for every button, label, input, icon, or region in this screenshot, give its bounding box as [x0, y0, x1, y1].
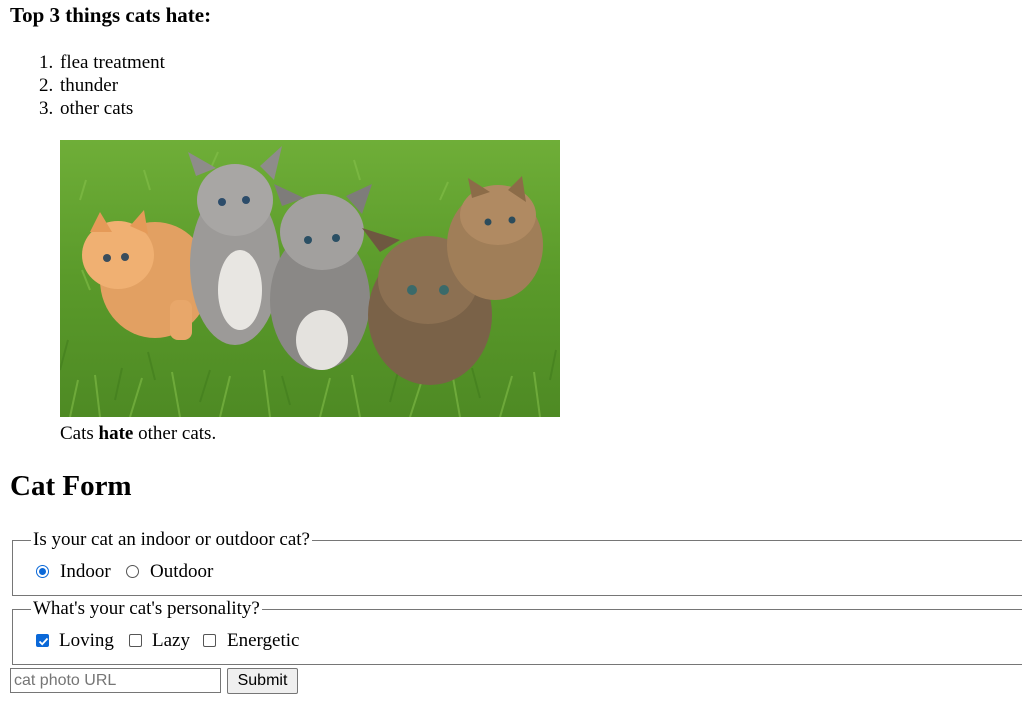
outdoor-label[interactable]: Outdoor: [150, 559, 213, 585]
list-item-text: thunder: [60, 75, 119, 96]
indoor-label[interactable]: Indoor: [60, 559, 111, 585]
list-item: 2. thunder: [39, 74, 165, 97]
list-item-number: 1.: [39, 52, 54, 73]
list-item-text: other cats: [60, 98, 134, 119]
location-legend: Is your cat an indoor or outdoor cat?: [31, 529, 312, 551]
indoor-radio[interactable]: [36, 565, 49, 578]
submit-button[interactable]: Submit: [227, 668, 298, 694]
loving-checkbox[interactable]: [36, 634, 49, 647]
list-item-text: flea treatment: [60, 52, 165, 73]
things-cats-hate-list: 1. flea treatment 2. thunder 3. other ca…: [39, 51, 165, 120]
cat-photo-url-input[interactable]: [10, 668, 221, 693]
personality-legend: What's your cat's personality?: [31, 598, 262, 620]
kittens-photo: [60, 140, 560, 417]
list-item: 3. other cats: [39, 97, 165, 120]
outdoor-radio[interactable]: [126, 565, 139, 578]
energetic-checkbox[interactable]: [203, 634, 216, 647]
list-item-number: 2.: [39, 75, 54, 96]
caption-text-after: other cats.: [133, 423, 217, 444]
loving-label[interactable]: Loving: [59, 628, 114, 654]
photo-caption: Cats hate other cats.: [60, 422, 216, 445]
location-fieldset: Is your cat an indoor or outdoor cat? In…: [12, 529, 1022, 596]
lazy-checkbox[interactable]: [129, 634, 142, 647]
list-item: 1. flea treatment: [39, 51, 165, 74]
caption-text-before: Cats: [60, 423, 99, 444]
caption-emphasis: hate: [98, 423, 134, 444]
lazy-label[interactable]: Lazy: [152, 628, 190, 654]
list-heading: Top 3 things cats hate:: [10, 3, 212, 27]
checkmark-icon: [38, 637, 49, 646]
personality-fieldset: What's your cat's personality? Loving La…: [12, 598, 1022, 665]
form-title: Cat Form: [10, 470, 132, 502]
energetic-label[interactable]: Energetic: [227, 628, 299, 654]
list-item-number: 3.: [39, 98, 54, 119]
